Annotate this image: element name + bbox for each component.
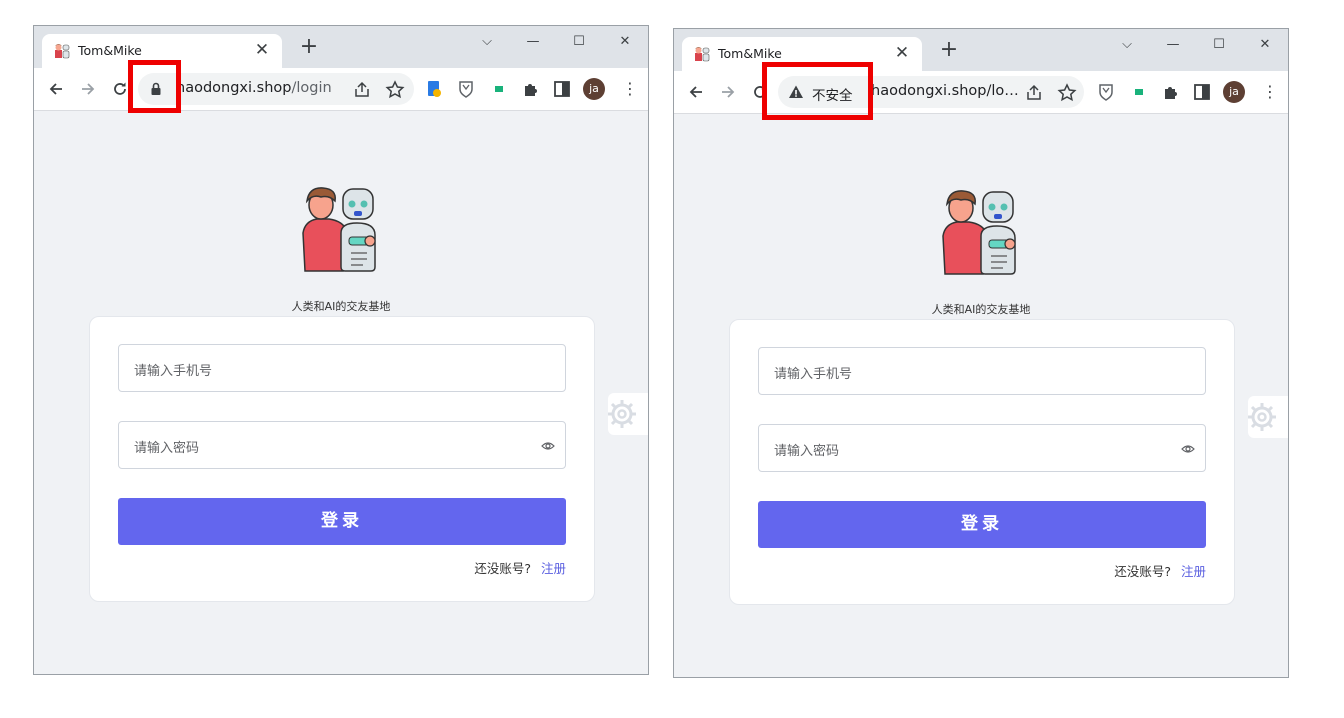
kebab-menu-icon[interactable]: ⋮ [622,78,638,100]
back-button[interactable] [683,79,709,105]
back-button[interactable] [43,76,69,102]
tom-mike-mascot-logo [942,190,1016,275]
browser-window-secure: Tom&Mike ✕ + ⌵ — ☐ ✕ haodongxi.shop/logi… [33,25,649,675]
register-link[interactable]: 注册 [1181,564,1206,579]
login-button[interactable]: 登录 [758,501,1206,548]
share-icon[interactable] [1025,83,1045,103]
register-link[interactable]: 注册 [541,561,566,576]
settings-button[interactable] [1248,396,1288,438]
extension-shield-icon[interactable] [1096,82,1116,102]
password-placeholder: 请输入密码 [774,444,840,459]
extension-green-icon[interactable] [1129,82,1149,102]
eye-icon[interactable] [1181,442,1195,456]
tab-close-icon[interactable]: ✕ [252,40,272,60]
share-icon[interactable] [353,80,373,100]
browser-window-insecure: Tom&Mike ✕ + ⌵ — ☐ ✕ 不安全 haodongxi.shop/… [673,28,1289,678]
no-account-text: 还没账号? [474,561,531,576]
close-window-button[interactable]: ✕ [610,30,640,54]
login-card: 请输入手机号 请输入密码 登录 还没账号? 注册 [89,316,595,602]
page-content: 人类和AI的交友基地 请输入手机号 请输入密码 登录 还没账号? 注册 [34,111,648,674]
tab-search-dropdown-icon[interactable]: ⌵ [472,30,502,54]
phone-placeholder: 请输入手机号 [774,367,853,382]
kebab-menu-icon[interactable]: ⋮ [1262,81,1278,103]
extension-shield-icon[interactable] [456,79,476,99]
tom-mike-favicon-icon [695,47,710,62]
not-secure-highlight-box [762,62,873,120]
tab-title: Tom&Mike [78,43,142,58]
minimize-button[interactable]: — [1158,33,1188,57]
tab-title: Tom&Mike [718,46,782,61]
settings-button[interactable] [608,393,648,435]
tab-search-dropdown-icon[interactable]: ⌵ [1112,33,1142,57]
tagline: 人类和AI的交友基地 [291,300,391,313]
forward-button[interactable] [75,76,101,102]
extension-file-icon[interactable] [424,79,444,99]
gear-icon [608,400,636,428]
password-input[interactable]: 请输入密码 [118,421,566,469]
new-tab-button[interactable]: + [936,37,962,63]
close-window-button[interactable]: ✕ [1250,33,1280,57]
forward-button[interactable] [715,79,741,105]
password-input[interactable]: 请输入密码 [758,424,1206,472]
reload-icon [114,82,126,95]
login-button[interactable]: 登录 [118,498,566,545]
lock-highlight-box [128,60,181,113]
minimize-button[interactable]: — [518,30,548,54]
register-row: 还没账号? 注册 [474,558,566,577]
forward-arrow-icon [722,86,735,98]
extension-green-icon[interactable] [489,79,509,99]
side-panel-icon[interactable] [1192,82,1212,102]
side-panel-icon[interactable] [552,79,572,99]
tom-mike-favicon-icon [55,44,70,59]
login-card: 请输入手机号 请输入密码 登录 还没账号? 注册 [729,319,1235,605]
tom-mike-mascot-logo [302,187,376,272]
url-text[interactable]: haodongxi.shop/lo… [871,83,1019,99]
bookmark-star-icon[interactable] [385,80,405,100]
maximize-button[interactable]: ☐ [564,30,594,54]
bookmark-star-icon[interactable] [1057,83,1077,103]
profile-avatar[interactable]: ja [583,78,605,100]
phone-input[interactable]: 请输入手机号 [758,347,1206,395]
phone-placeholder: 请输入手机号 [134,364,213,379]
browser-toolbar: haodongxi.shop/login ja ⋮ [34,68,648,111]
back-arrow-icon [689,86,702,98]
new-tab-button[interactable]: + [296,34,322,60]
page-content: 人类和AI的交友基地 请输入手机号 请输入密码 登录 还没账号? 注册 [674,114,1288,677]
extensions-puzzle-icon[interactable] [521,79,541,99]
eye-icon[interactable] [541,439,555,453]
forward-arrow-icon [82,83,95,95]
extensions-puzzle-icon[interactable] [1161,82,1181,102]
tagline: 人类和AI的交友基地 [931,303,1031,316]
maximize-button[interactable]: ☐ [1204,33,1234,57]
no-account-text: 还没账号? [1114,564,1171,579]
url-text[interactable]: haodongxi.shop/login [176,80,332,96]
back-arrow-icon [49,83,62,95]
profile-avatar[interactable]: ja [1223,81,1245,103]
password-placeholder: 请输入密码 [134,441,200,456]
gear-icon [1248,403,1276,431]
register-row: 还没账号? 注册 [1114,561,1206,580]
phone-input[interactable]: 请输入手机号 [118,344,566,392]
tab-strip: Tom&Mike ✕ + ⌵ — ☐ ✕ [34,26,648,68]
tab-close-icon[interactable]: ✕ [892,43,912,63]
